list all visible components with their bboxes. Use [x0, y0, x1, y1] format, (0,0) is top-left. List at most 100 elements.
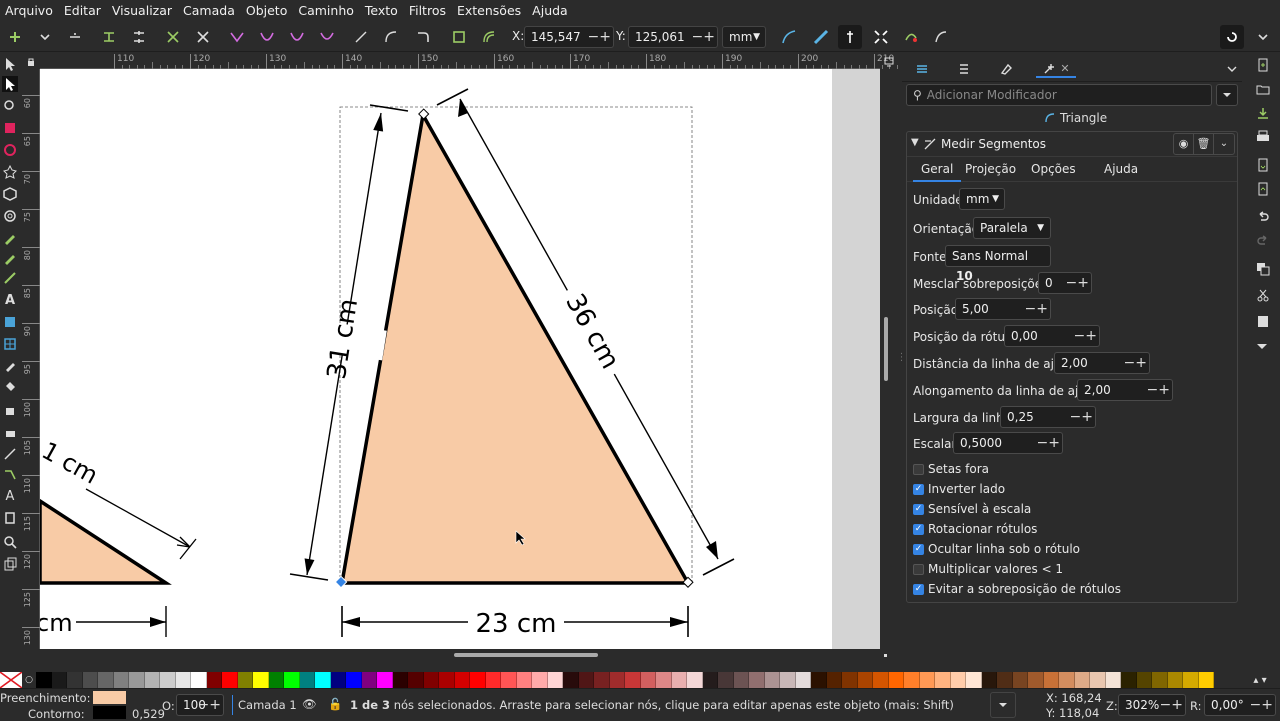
palette-swatch[interactable] [795, 672, 811, 688]
palette-swatch[interactable] [51, 672, 67, 688]
unchecked-box[interactable] [913, 463, 924, 475]
join-segment-icon[interactable] [164, 28, 182, 46]
selector-tool-icon[interactable] [2, 56, 18, 72]
palette-swatch[interactable] [408, 672, 424, 688]
palette-swatch[interactable] [470, 672, 486, 688]
mesh-tool-icon[interactable] [2, 336, 18, 352]
smooth-node-icon[interactable] [258, 28, 276, 46]
layer-visibility-icon[interactable]: 👁 [302, 697, 317, 711]
add-modifier-dropdown[interactable] [1216, 84, 1238, 106]
eraser-tool-icon[interactable] [2, 424, 18, 440]
collapse-triangle-icon[interactable]: ▼ [911, 137, 919, 148]
palette-swatch[interactable] [749, 672, 765, 688]
checkbox-2[interactable]: ✓ Sensível à escala [913, 502, 1031, 516]
layer-lock-icon[interactable]: 🔓 [328, 697, 342, 711]
add-modifier-search[interactable]: ⚲ Adicionar Modificador [906, 84, 1212, 106]
palette-swatch[interactable] [346, 672, 362, 688]
display-options-icon[interactable] [884, 56, 894, 70]
palette-swatch[interactable] [206, 672, 222, 688]
menu-objeto[interactable]: Objeto [241, 0, 294, 22]
chevron-down-icon[interactable] [990, 692, 1016, 718]
menu-camada[interactable]: Camada [178, 0, 241, 22]
palette-swatch[interactable] [67, 672, 83, 688]
new-document-icon[interactable] [1256, 58, 1270, 75]
palette-swatch[interactable] [904, 672, 920, 688]
cut-icon[interactable] [1256, 288, 1270, 305]
palette-swatch[interactable] [423, 672, 439, 688]
palette-swatch[interactable] [919, 672, 935, 688]
vertical-scrollbar[interactable] [882, 69, 890, 649]
menu-extensoes[interactable]: Extensões [452, 0, 527, 22]
stroke-to-path-icon[interactable] [450, 28, 468, 46]
posicao-spinbox[interactable]: 5,00 −+ [955, 298, 1051, 320]
palette-swatch[interactable] [671, 672, 687, 688]
palette-swatch[interactable] [392, 672, 408, 688]
path-effects-tab[interactable]: ✕ [1036, 60, 1076, 78]
connector-tool-icon[interactable] [2, 466, 18, 482]
copy-icon[interactable] [1256, 262, 1270, 279]
palette-swatch[interactable] [1090, 672, 1106, 688]
palette-swatch[interactable] [1012, 672, 1028, 688]
partial-triangle[interactable] [40, 498, 172, 585]
palette-swatch[interactable] [1183, 672, 1199, 688]
palette-swatch[interactable] [981, 672, 997, 688]
delete-node-icon[interactable] [66, 28, 84, 46]
tab-projecao[interactable]: Projeção [965, 162, 1016, 176]
palette-swatch[interactable] [268, 672, 284, 688]
palette-swatch[interactable] [330, 672, 346, 688]
show-transform-handles-icon[interactable] [838, 25, 862, 49]
unchecked-box[interactable] [913, 563, 924, 575]
menu-ajuda[interactable]: Ajuda [527, 0, 574, 22]
palette-swatch[interactable] [98, 672, 114, 688]
chevron-down-icon[interactable] [1254, 28, 1272, 46]
palette-swatch[interactable] [1043, 672, 1059, 688]
palette-swatch[interactable] [439, 672, 455, 688]
fonte-button[interactable]: Sans Normal 10 [945, 245, 1051, 283]
print-icon[interactable] [1256, 130, 1270, 147]
path-effect-icon[interactable] [480, 28, 498, 46]
paint-bucket-tool-icon[interactable] [2, 378, 18, 394]
stroke-swatch[interactable] [93, 706, 126, 719]
palette-swatch[interactable] [160, 672, 176, 688]
palette-swatch[interactable] [826, 672, 842, 688]
palette-swatch[interactable] [36, 672, 52, 688]
palette-swatch[interactable] [842, 672, 858, 688]
palette-swatch[interactable] [516, 672, 532, 688]
palette-swatch[interactable] [222, 672, 238, 688]
palette-swatch[interactable] [888, 672, 904, 688]
palette-swatch[interactable] [175, 672, 191, 688]
palette-swatch[interactable] [113, 672, 129, 688]
bounding-box-icon[interactable] [872, 28, 890, 46]
check-icon[interactable]: ✓ [913, 503, 924, 515]
palette-swatch[interactable] [640, 672, 656, 688]
zoom-tool-icon[interactable] [2, 534, 18, 550]
palette-swatch[interactable] [780, 672, 796, 688]
palette-swatch[interactable] [563, 672, 579, 688]
checkbox-0[interactable]: Setas fora [913, 462, 989, 476]
lock-guides-icon[interactable] [26, 56, 36, 70]
lpe-tool-icon[interactable]: A [2, 488, 18, 504]
x-coordinate-field[interactable]: 145,547 −+ [524, 26, 614, 48]
path-clip-edit-icon[interactable] [902, 28, 920, 46]
no-paint-swatch[interactable] [0, 672, 22, 688]
palette-swatch[interactable] [315, 672, 331, 688]
palette-swatch[interactable] [284, 672, 300, 688]
tab-opcoes[interactable]: Opções [1031, 162, 1076, 176]
line-segment-icon[interactable] [352, 28, 370, 46]
pencil-tool-icon[interactable] [2, 250, 18, 266]
tweak-tool-icon[interactable] [2, 98, 18, 114]
chevron-down-icon[interactable] [1256, 340, 1268, 355]
gradient-tool-icon[interactable] [2, 314, 18, 330]
palette-swatch[interactable] [733, 672, 749, 688]
alongamento-spinbox[interactable]: 2,00 −+ [1077, 379, 1173, 401]
palette-swatch[interactable] [950, 672, 966, 688]
rotation-spinbox[interactable]: 0,00° −+ [1204, 694, 1276, 716]
palette-swatch[interactable] [1059, 672, 1075, 688]
palette-swatch[interactable] [687, 672, 703, 688]
horizontal-scroll-thumb[interactable] [454, 653, 598, 657]
show-handles-icon[interactable] [780, 28, 798, 46]
show-outline-icon[interactable] [812, 28, 830, 46]
trash-icon[interactable]: 🗑 [1194, 134, 1214, 154]
close-tab-icon[interactable]: ✕ [1060, 62, 1069, 75]
fill-stroke-tab-icon[interactable] [996, 60, 1016, 78]
